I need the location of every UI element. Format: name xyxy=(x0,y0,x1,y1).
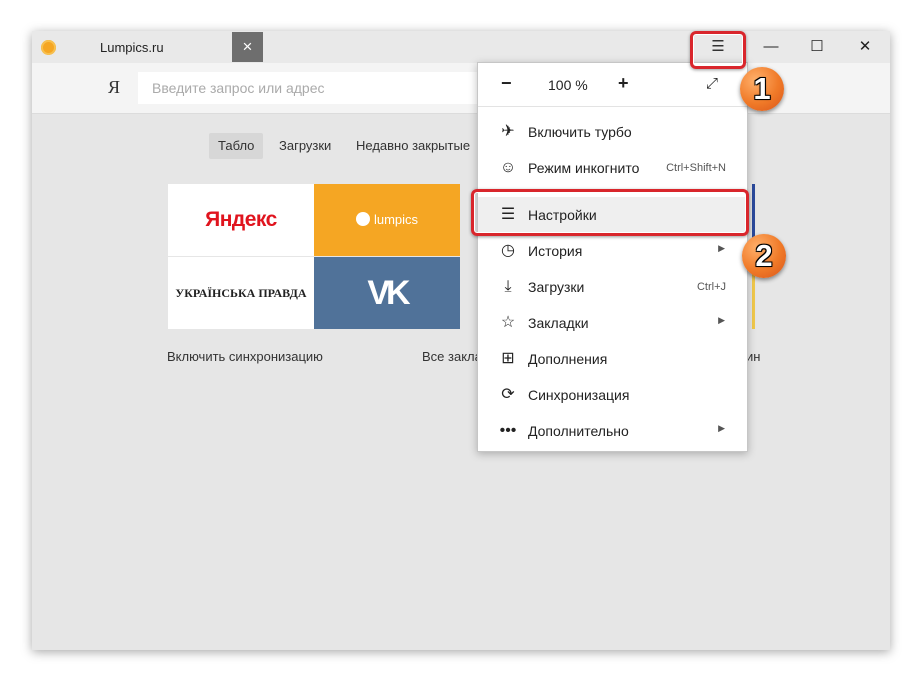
step-badge-2: 2 xyxy=(742,234,786,278)
menu-item-extensions[interactable]: ⊞ Дополнения xyxy=(478,341,747,377)
tile-yandex[interactable]: Яндекс xyxy=(168,184,314,256)
menu-item-shortcut: Ctrl+Shift+N xyxy=(666,162,726,174)
lumpics-logo-icon xyxy=(355,212,370,227)
star-icon: ☆ xyxy=(500,314,516,331)
menu-item-history[interactable]: ◷ История ▶ xyxy=(478,233,747,269)
tile-lumpics[interactable]: lumpics xyxy=(314,184,460,256)
tile-lumpics-label: lumpics xyxy=(373,212,419,227)
more-dots-icon: ••• xyxy=(499,422,517,439)
address-input[interactable]: Введите запрос или адрес xyxy=(138,72,478,104)
all-bookmarks-link[interactable]: Все закла xyxy=(422,349,482,364)
tab-close-icon[interactable]: × xyxy=(232,32,263,62)
menu-item-label: Дополнительно xyxy=(528,423,629,439)
highlight-menu-button xyxy=(690,31,746,69)
clock-icon: ◷ xyxy=(501,242,515,259)
browser-logo-icon xyxy=(41,40,56,55)
zoom-in-button[interactable]: + xyxy=(618,73,629,94)
tab-downloads[interactable]: Загрузки xyxy=(270,133,340,159)
menu-item-label: Режим инкогнито xyxy=(528,160,640,176)
enable-sync-link[interactable]: Включить синхронизацию xyxy=(167,349,323,364)
board-tabs: Табло Загрузки Недавно закрытые xyxy=(32,133,890,161)
submenu-arrow-icon: ▶ xyxy=(718,423,725,433)
submenu-arrow-icon: ▶ xyxy=(718,315,725,325)
incognito-mask-icon: ☺ xyxy=(499,159,517,176)
menu-item-label: Синхронизация xyxy=(528,387,630,403)
window-close-icon[interactable]: ✕ xyxy=(842,33,888,61)
menu-item-turbo[interactable]: ✈ Включить турбо xyxy=(478,114,747,150)
browser-window: Lumpics.ru × ☰ — ☐ ✕ Я Введите запрос ил… xyxy=(32,31,890,650)
yandex-logo-icon[interactable]: Я xyxy=(108,77,120,98)
menu-item-label: Закладки xyxy=(528,315,589,331)
tab-tablo[interactable]: Табло xyxy=(209,133,264,159)
main-menu: − 100 % + ⤢ ✈ Включить турбо ☺ Режим инк… xyxy=(477,62,748,452)
highlight-settings xyxy=(471,189,749,236)
sync-icon: ⟳ xyxy=(501,386,515,403)
extensions-icon: ⊞ xyxy=(501,350,515,367)
fullscreen-icon[interactable]: ⤢ xyxy=(706,75,718,92)
zoom-row: − 100 % + ⤢ xyxy=(478,63,747,107)
zoom-level: 100 % xyxy=(548,77,588,93)
maximize-icon[interactable]: ☐ xyxy=(794,33,840,61)
download-icon: ⤓ xyxy=(504,278,512,295)
menu-item-label: Дополнения xyxy=(528,351,608,367)
menu-item-incognito[interactable]: ☺ Режим инкогнито Ctrl+Shift+N xyxy=(478,150,747,186)
menu-item-bookmarks[interactable]: ☆ Закладки ▶ xyxy=(478,305,747,341)
partial-link[interactable]: ин xyxy=(746,349,760,364)
step-badge-1: 1 xyxy=(740,67,784,111)
menu-item-label: История xyxy=(528,243,583,259)
tab-title[interactable]: Lumpics.ru xyxy=(100,40,164,55)
zoom-out-button[interactable]: − xyxy=(501,73,512,94)
menu-item-sync[interactable]: ⟳ Синхронизация xyxy=(478,377,747,413)
rocket-icon: ✈ xyxy=(501,123,515,140)
menu-item-label: Включить турбо xyxy=(528,124,632,140)
menu-item-label: Загрузки xyxy=(528,279,585,295)
tab-recently-closed[interactable]: Недавно закрытые xyxy=(347,133,479,159)
title-bar: Lumpics.ru × ☰ — ☐ ✕ xyxy=(32,31,890,63)
menu-item-downloads[interactable]: ⤓ Загрузки Ctrl+J xyxy=(478,269,747,305)
menu-item-shortcut: Ctrl+J xyxy=(696,281,726,293)
minimize-icon[interactable]: — xyxy=(748,33,794,61)
tile-ukrainska-pravda[interactable]: УКРАЇНСЬКА ПРАВДА xyxy=(168,257,314,329)
tile-vk[interactable]: VK xyxy=(314,257,460,329)
submenu-arrow-icon: ▶ xyxy=(718,243,725,253)
menu-item-more[interactable]: ••• Дополнительно ▶ xyxy=(478,413,747,449)
